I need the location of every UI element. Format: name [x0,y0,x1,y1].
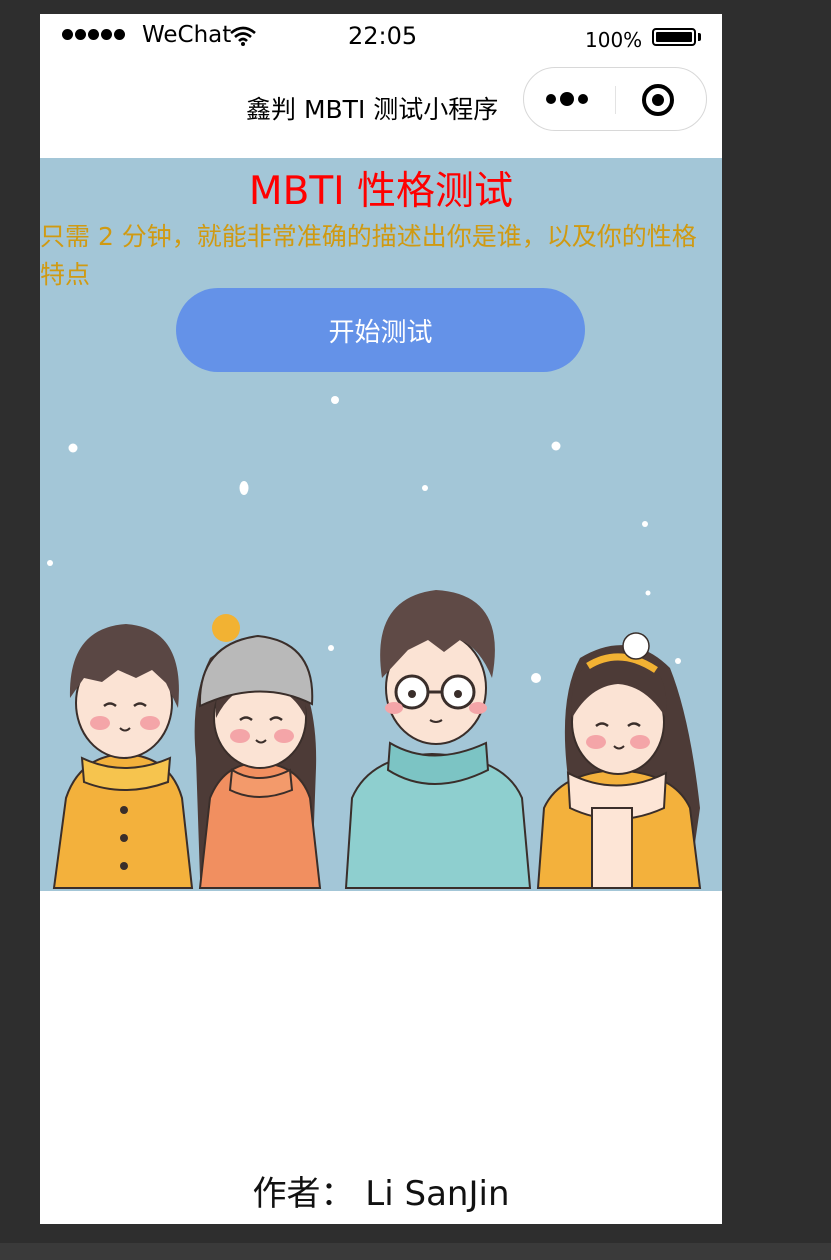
kid-teal-sweater [344,590,532,889]
kid-scarf-girl [536,632,702,889]
kid-orange-coat [194,614,322,889]
start-test-button[interactable]: 开始测试 [176,288,585,372]
battery-percent: 100% [585,28,643,52]
signal-icon [62,29,125,40]
capsule-divider [615,86,616,114]
navigation-bar: 鑫判 MBTI 测试小程序 [40,64,722,158]
battery-tip [698,33,701,41]
phone-screen: WeChat 22:05 100% 鑫判 MBTI 测试小程序 MBTI 性格测… [40,14,722,1224]
hero-banner: MBTI 性格测试 只需 2 分钟，就能非常准确的描述出你是谁，以及你的性格特点… [40,158,722,891]
close-target-icon[interactable] [640,82,676,118]
clock: 22:05 [348,22,418,50]
status-bar: WeChat 22:05 100% [40,14,722,64]
more-icon[interactable] [546,92,588,106]
battery-icon [652,28,696,46]
test-title: MBTI 性格测试 [248,169,514,214]
wifi-icon [230,26,256,46]
carrier-label: WeChat [142,22,232,48]
author-credit: 作者： Li SanJin [252,1174,510,1214]
window-bottom-edge [0,1243,831,1260]
mini-program-capsule [523,67,707,131]
kid-yellow-coat [52,624,194,889]
page-title: 鑫判 MBTI 测试小程序 [246,95,499,124]
test-description: 只需 2 分钟，就能非常准确的描述出你是谁，以及你的性格特点 [40,222,697,289]
